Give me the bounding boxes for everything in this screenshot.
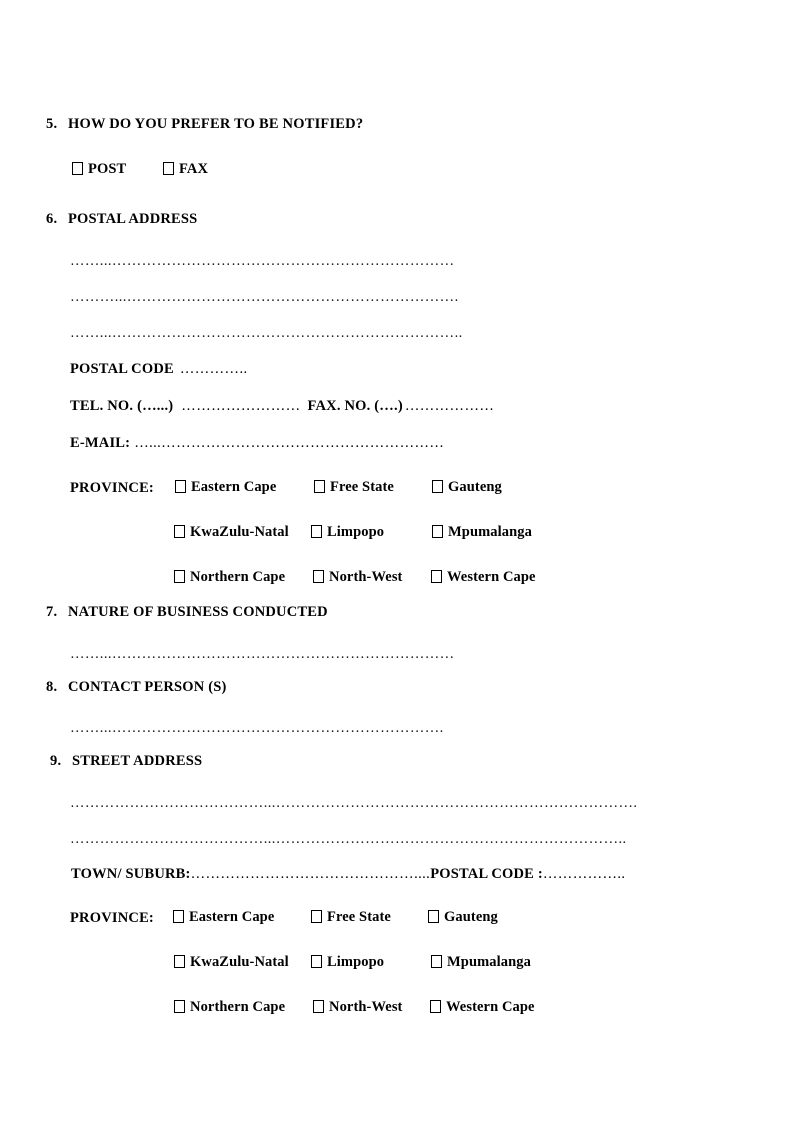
street-province-free-state[interactable]: Free State [311,910,391,925]
postal-province-western-cape[interactable]: Western Cape [431,570,536,585]
tel-no-label: TEL. NO. (…...) [70,398,174,414]
question-5-heading: 5. HOW DO YOU PREFER TO BE NOTIFIED? [46,117,363,132]
street-province-western-cape[interactable]: Western Cape [430,1000,535,1015]
question-6-heading: 6. POSTAL ADDRESS [46,212,197,227]
street-address-line-2[interactable]: …………………………………...…………………………………………………………….… [70,830,690,846]
checkbox-icon[interactable] [311,525,322,538]
street-province-eastern-cape[interactable]: Eastern Cape [173,910,274,925]
question-6-title: POSTAL ADDRESS [68,211,198,227]
postal-province-northern-cape[interactable]: Northern Cape [174,570,285,585]
checkbox-icon[interactable] [175,480,186,493]
postal-address-line-3[interactable]: ……...…………………………………………………………….. [70,324,548,340]
email-label: E-MAIL: [70,435,131,451]
street-postal-code-label: POSTAL CODE : [430,866,543,882]
checkbox-icon[interactable] [174,525,185,538]
nature-of-business-field[interactable]: ……...…………………………………………………………… [70,645,548,661]
question-9-number: 9. [50,753,62,769]
checkbox-icon[interactable] [431,570,442,583]
question-9-title: STREET ADDRESS [72,753,203,769]
checkbox-icon[interactable] [174,570,185,583]
street-province-label: PROVINCE: [70,910,154,926]
street-province-gauteng[interactable]: Gauteng [428,910,498,925]
notify-option-fax-label: FAX [179,161,209,177]
town-suburb-label: TOWN/ SUBURB: [71,866,191,882]
checkbox-icon[interactable] [311,955,322,968]
checkbox-icon[interactable] [313,1000,324,1013]
postal-province-north-west[interactable]: North-West [313,570,403,585]
question-7-heading: 7. NATURE OF BUSINESS CONDUCTED [46,605,328,620]
checkbox-icon[interactable] [313,570,324,583]
checkbox-icon[interactable] [431,955,442,968]
checkbox-icon[interactable] [174,955,185,968]
question-7-number: 7. [46,604,58,620]
checkbox-icon[interactable] [173,910,184,923]
checkbox-icon[interactable] [314,480,325,493]
question-8-heading: 8. CONTACT PERSON (S) [46,680,227,695]
street-province-north-west[interactable]: North-West [313,1000,403,1015]
checkbox-icon[interactable] [432,525,443,538]
question-6-number: 6. [46,211,58,227]
street-postal-code-dots: …………….. [542,866,626,882]
fax-no-dots: ……………… [404,398,495,414]
postal-province-gauteng[interactable]: Gauteng [432,480,502,495]
postal-address-line-2[interactable]: ………...…………………………………………………………. [70,288,548,304]
postal-province-label: PROVINCE: [70,480,154,496]
street-province-limpopo[interactable]: Limpopo [311,955,384,970]
checkbox-icon[interactable] [311,910,322,923]
checkbox-icon[interactable] [174,1000,185,1013]
town-suburb-postal-code-field[interactable]: TOWN/ SUBURB:………………………………………....POSTAL C… [71,866,625,882]
question-9-heading: 9. STREET ADDRESS [50,754,202,769]
postal-code-field[interactable]: POSTAL CODE ………….. [70,361,248,377]
checkbox-icon[interactable] [163,162,174,175]
postal-province-free-state[interactable]: Free State [314,480,394,495]
postal-code-dots: ………….. [179,361,248,377]
street-province-mpumalanga[interactable]: Mpumalanga [431,955,531,970]
street-province-northern-cape[interactable]: Northern Cape [174,1000,285,1015]
notify-option-fax[interactable]: FAX [163,162,208,177]
email-field[interactable]: E-MAIL:…...………………………………………………… [70,435,444,451]
postal-province-mpumalanga[interactable]: Mpumalanga [432,525,532,540]
question-5-title: HOW DO YOU PREFER TO BE NOTIFIED? [68,116,364,132]
form-page: 5. HOW DO YOU PREFER TO BE NOTIFIED? POST… [0,0,799,1130]
question-5-number: 5. [46,116,58,132]
postal-code-label: POSTAL CODE [70,361,174,377]
telephone-fax-field[interactable]: TEL. NO. (…...) …………………… FAX. NO. (….)…………… [70,398,494,414]
postal-province-kwazulu-natal[interactable]: KwaZulu-Natal [174,525,289,540]
town-suburb-dots: ……………………………………….... [190,866,431,882]
street-address-line-1[interactable]: …………………………………...………………………………………………………………… [70,794,690,810]
checkbox-icon[interactable] [430,1000,441,1013]
email-dots: …...………………………………………………… [134,435,445,451]
postal-province-limpopo[interactable]: Limpopo [311,525,384,540]
postal-province-eastern-cape[interactable]: Eastern Cape [175,480,276,495]
question-8-number: 8. [46,679,58,695]
checkbox-icon[interactable] [428,910,439,923]
fax-no-label: FAX. NO. (….) [307,398,403,414]
question-8-title: CONTACT PERSON (S) [68,679,227,695]
notify-option-post-label: POST [88,161,127,177]
checkbox-icon[interactable] [432,480,443,493]
checkbox-icon[interactable] [72,162,83,175]
notify-option-post[interactable]: POST [72,162,126,177]
tel-no-dots: …………………… [181,398,301,414]
street-province-kwazulu-natal[interactable]: KwaZulu-Natal [174,955,289,970]
question-7-title: NATURE OF BUSINESS CONDUCTED [68,604,328,620]
contact-person-field[interactable]: ……...…………………………………………………………. [70,719,542,735]
postal-address-line-1[interactable]: ……...…………………………………………………………… [70,252,548,268]
